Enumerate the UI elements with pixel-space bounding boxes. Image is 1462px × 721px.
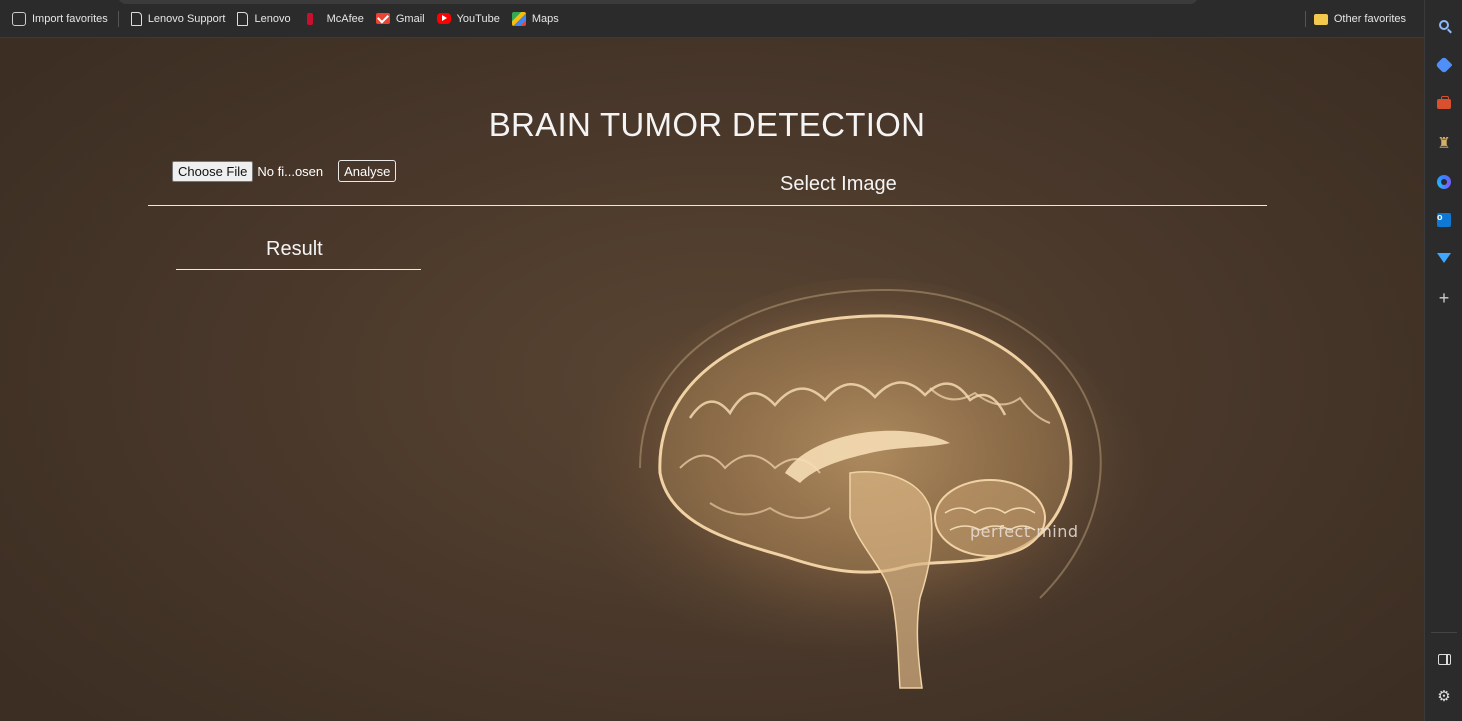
send-icon[interactable] (1436, 250, 1452, 266)
page-icon (130, 11, 142, 26)
browser-sidebar: ♜ o + ⚙ (1424, 0, 1462, 721)
other-favorites[interactable]: Other favorites (1304, 0, 1406, 38)
gmail-icon (375, 13, 390, 24)
search-icon[interactable] (1436, 17, 1452, 33)
choose-file-button[interactable]: Choose File (172, 160, 254, 182)
analyse-button[interactable]: Analyse (338, 160, 397, 182)
favorites-divider (1304, 11, 1306, 27)
favorite-label: Lenovo Support (147, 12, 226, 25)
other-favorites-button[interactable]: Other favorites (1313, 0, 1406, 38)
favorite-label: McAfee (326, 12, 364, 25)
favorite-import[interactable]: Import favorites (12, 0, 108, 38)
brain-background-image (600, 268, 1140, 698)
panel-icon[interactable] (1436, 651, 1452, 667)
tag-icon[interactable] (1435, 56, 1453, 74)
favorites-divider (117, 10, 119, 27)
favorite-gmail[interactable]: Gmail (375, 0, 425, 38)
favorite-label: Lenovo (254, 12, 291, 25)
chess-icon[interactable]: ♜ (1436, 135, 1452, 151)
file-upload-row: Choose File No fi...osen Analyse (172, 160, 397, 182)
favorite-youtube[interactable]: YouTube (436, 0, 500, 38)
youtube-icon (436, 13, 451, 24)
settings-icon[interactable]: ⚙ (1436, 688, 1452, 704)
address-bar-edge (118, 0, 1198, 4)
background-caption: perfect mind (970, 522, 1079, 541)
maps-icon (511, 11, 526, 26)
select-image-divider (148, 205, 1267, 206)
favorite-label: YouTube (456, 12, 500, 25)
favorite-lenovo[interactable]: Lenovo (237, 0, 291, 38)
mcafee-icon (306, 12, 313, 25)
other-favorites-label: Other favorites (1333, 13, 1406, 25)
favorites-bar: Import favorites Lenovo Support Lenovo M… (0, 0, 1424, 38)
folder-icon (1313, 13, 1328, 25)
outlook-icon[interactable]: o (1436, 212, 1452, 228)
result-divider (176, 269, 421, 270)
briefcase-icon[interactable] (1436, 96, 1452, 112)
brain-illustration (620, 278, 1120, 689)
copilot-icon[interactable] (1436, 174, 1452, 190)
file-status-text: No fi...osen (257, 163, 324, 179)
plus-icon[interactable]: + (1436, 289, 1452, 307)
import-icon (12, 11, 26, 26)
favorite-label: Import favorites (32, 12, 108, 25)
favorite-label: Gmail (395, 12, 425, 25)
sidebar-divider (1431, 632, 1457, 633)
result-heading: Result (266, 238, 323, 260)
page-icon (237, 11, 249, 26)
favorite-mcafee[interactable]: McAfee (303, 0, 364, 38)
favorite-lenovo-support[interactable]: Lenovo Support (130, 0, 226, 38)
page-title: BRAIN TUMOR DETECTION (488, 106, 926, 143)
page-content: BRAIN TUMOR DETECTION Choose File No fi.… (0, 38, 1424, 721)
favorite-label: Maps (531, 12, 559, 25)
favorite-maps[interactable]: Maps (511, 0, 559, 38)
select-image-heading: Select Image (780, 173, 897, 195)
